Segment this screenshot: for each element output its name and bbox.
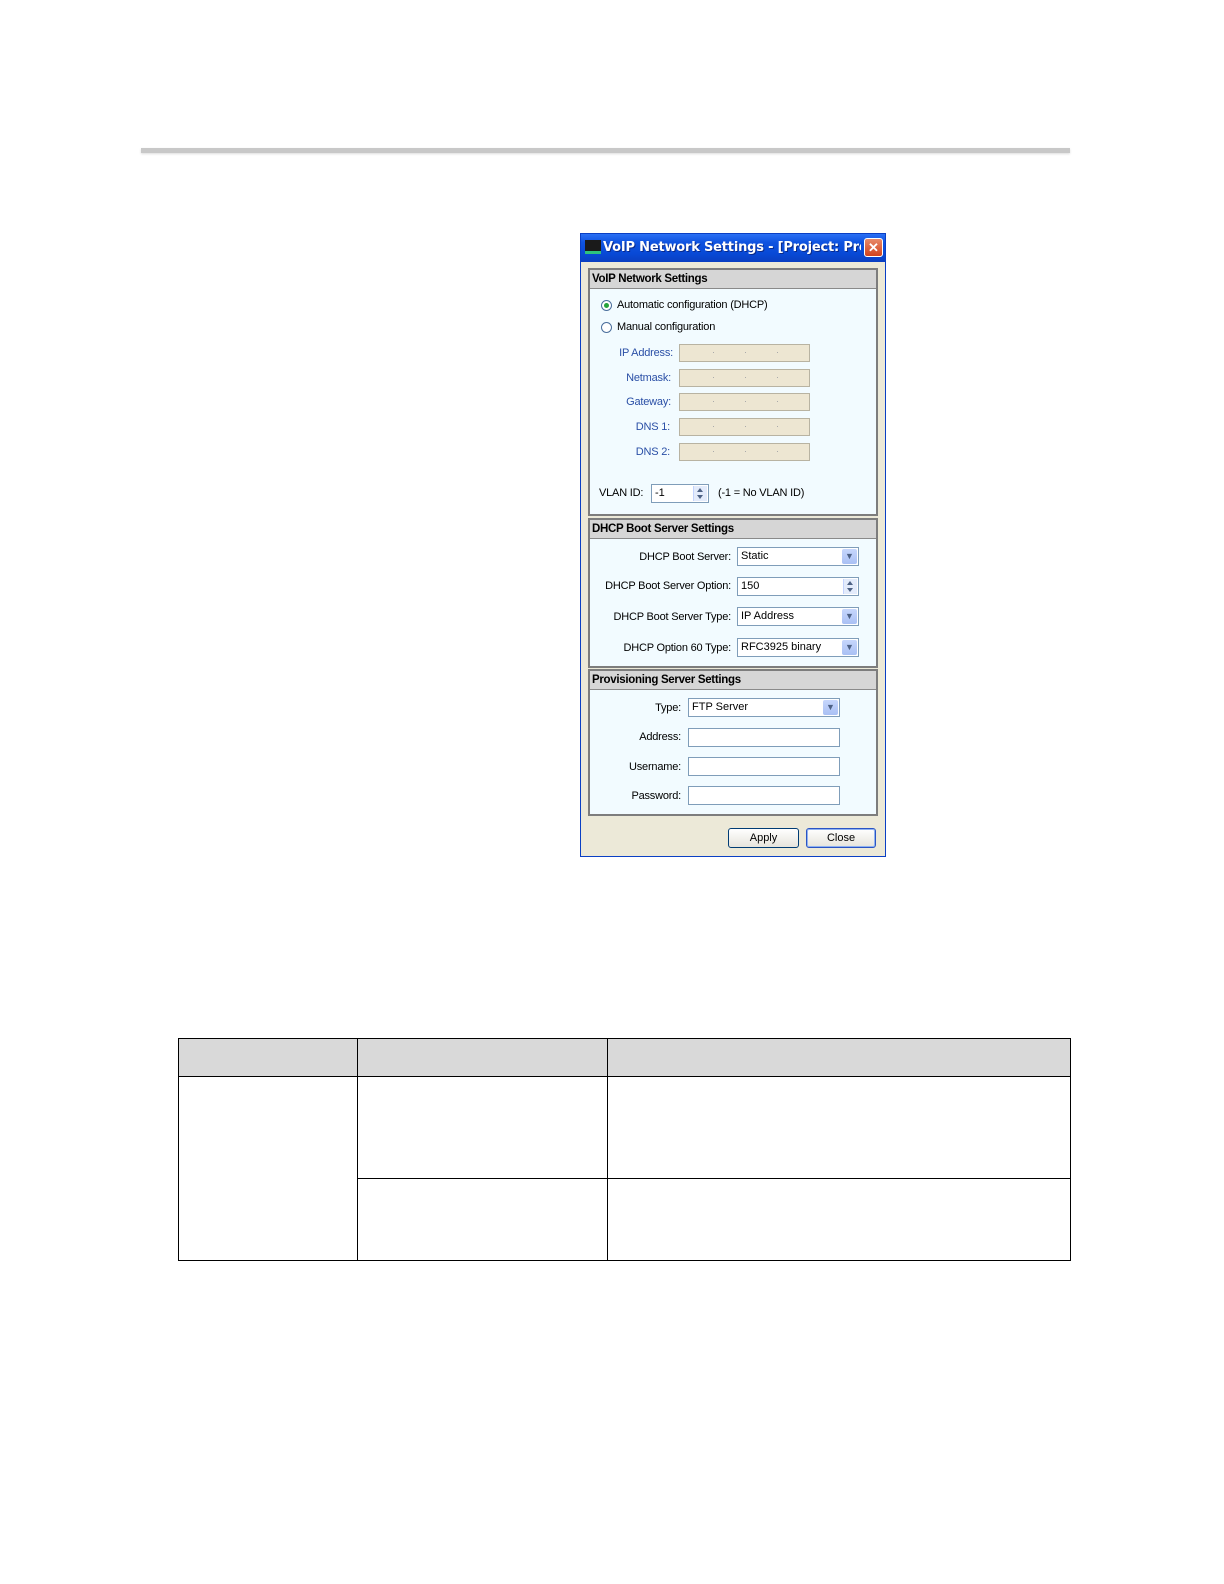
manual-config-radio[interactable] [601,322,612,333]
dhcp-boot-type-select[interactable]: IP Address ▼ [737,607,859,626]
provisioning-username-label: Username: [629,761,681,773]
dhcp-option60-select[interactable]: RFC3925 binary ▼ [737,638,859,657]
dns2-field [679,443,810,461]
dhcp-boot-type-value: IP Address [741,610,794,622]
window-title: VoIP Network Settings - [Project: Projec… [603,240,861,255]
netmask-label: Netmask: [626,372,671,384]
table-cell [607,1178,1071,1261]
dns2-label: DNS 2: [635,446,670,458]
chevron-down-icon[interactable]: ▼ [842,640,857,655]
close-button[interactable]: Close [806,828,876,848]
close-window-button[interactable]: ✕ [864,238,883,257]
table-row [178,1076,1071,1261]
header-rule [141,148,1070,153]
table-cell [357,1178,608,1261]
table-header-cell [607,1038,1071,1077]
chevron-down-icon[interactable]: ▼ [823,700,838,715]
voip-section-header: VoIP Network Settings [590,270,876,289]
dhcp-option60-label: DHCP Option 60 Type: [623,642,732,654]
provisioning-type-select[interactable]: FTP Server ▼ [688,698,840,717]
chevron-down-icon[interactable]: ▼ [842,609,857,624]
netmask-field [679,369,810,387]
ip-address-label: IP Address: [619,347,673,359]
provisioning-password-input[interactable] [688,786,840,805]
dhcp-boot-option-spinbox[interactable]: 150 [737,577,859,596]
voip-network-settings-panel: VoIP Network Settings Automatic configur… [588,268,878,516]
automatic-config-label[interactable]: Automatic configuration (DHCP) [617,299,768,311]
dhcp-boot-option-value: 150 [741,580,760,592]
dhcp-boot-server-panel: DHCP Boot Server Settings DHCP Boot Serv… [588,518,878,668]
chevron-down-icon[interactable]: ▼ [842,549,857,564]
provisioning-server-panel: Provisioning Server Settings Type: FTP S… [588,669,878,816]
radio-selected-dot [604,303,609,308]
settings-description-table [178,1038,1071,1261]
app-icon [585,240,601,254]
gateway-field [679,393,810,411]
apply-button[interactable]: Apply [728,828,799,848]
table-header-row [178,1038,1071,1077]
dns1-label: DNS 1: [635,421,670,433]
table-header-cell [178,1038,358,1077]
dhcp-option60-value: RFC3925 binary [741,641,822,653]
provisioning-address-input[interactable] [688,728,840,747]
table-cell [357,1076,608,1179]
provisioning-password-label: Password: [631,790,681,802]
vlan-id-value: -1 [655,487,665,499]
provisioning-address-label: Address: [639,731,681,743]
provisioning-username-input[interactable] [688,757,840,776]
provisioning-type-label: Type: [655,702,681,714]
voip-network-settings-dialog: VoIP Network Settings - [Project: Projec… [580,233,886,857]
vlan-id-spinbox[interactable]: -1 [651,484,709,503]
table-header-cell [357,1038,608,1077]
vlan-id-label: VLAN ID: [599,487,644,499]
dhcp-boot-server-label: DHCP Boot Server: [639,551,731,563]
dhcp-boot-type-label: DHCP Boot Server Type: [613,611,732,623]
vlan-id-hint: (-1 = No VLAN ID) [718,487,805,499]
title-bar[interactable]: VoIP Network Settings - [Project: Projec… [581,234,885,262]
dhcp-boot-option-label: DHCP Boot Server Option: [605,580,731,592]
gateway-label: Gateway: [626,396,671,408]
dhcp-section-header: DHCP Boot Server Settings [590,520,876,539]
ip-address-field [679,344,810,362]
provisioning-section-header: Provisioning Server Settings [590,671,876,690]
boot-option-spin-arrows-icon[interactable] [843,579,857,594]
dhcp-boot-server-value: Static [741,550,769,562]
vlan-id-spin-arrows-icon[interactable] [693,486,707,501]
automatic-config-radio[interactable] [601,300,612,311]
table-cell [178,1076,358,1261]
table-cell [607,1076,1071,1179]
dhcp-boot-server-select[interactable]: Static ▼ [737,547,859,566]
manual-config-label[interactable]: Manual configuration [617,321,715,333]
provisioning-type-value: FTP Server [692,701,749,713]
dns1-field [679,418,810,436]
